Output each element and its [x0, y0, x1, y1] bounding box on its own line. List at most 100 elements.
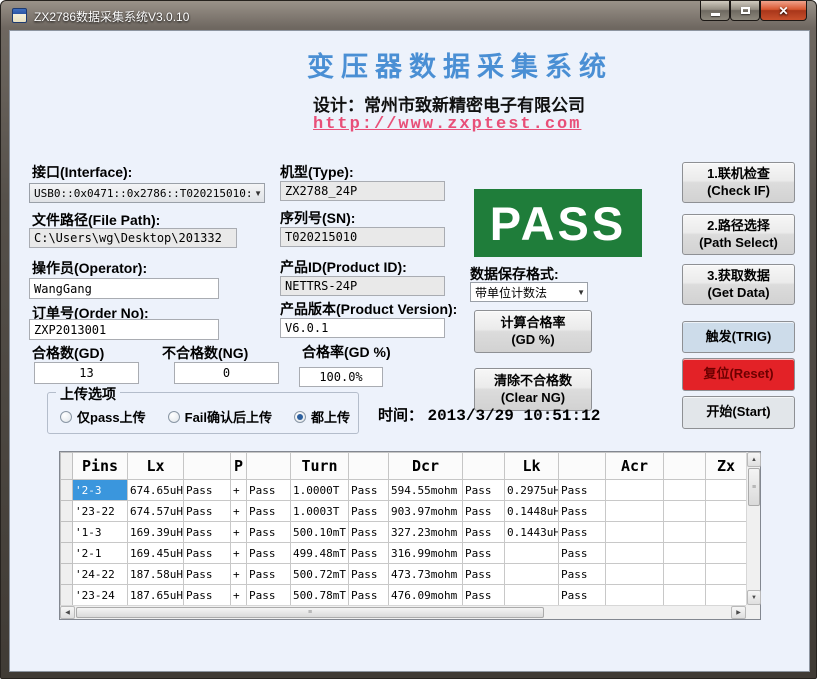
table-cell[interactable]: 327.23mohm [389, 522, 463, 543]
table-cell[interactable] [706, 585, 747, 606]
vertical-scrollbar[interactable]: ▲ ≡ ▼ [746, 452, 760, 605]
column-header[interactable] [349, 453, 389, 480]
table-cell[interactable]: + [231, 585, 247, 606]
table-cell[interactable]: Pass [247, 522, 291, 543]
table-cell[interactable]: Pass [559, 585, 606, 606]
table-cell[interactable]: Pass [463, 480, 505, 501]
table-cell[interactable]: 187.65uH [128, 585, 184, 606]
table-cell[interactable] [606, 564, 664, 585]
interface-select[interactable]: USB0::0x0471::0x2786::T020215010::: ▼ [29, 183, 265, 203]
table-cell[interactable]: 0.1448uH [505, 501, 559, 522]
table-cell[interactable]: Pass [559, 564, 606, 585]
operator-field[interactable]: WangGang [29, 278, 219, 299]
table-cell[interactable] [664, 480, 706, 501]
table-cell[interactable]: 169.39uH [128, 522, 184, 543]
table-cell[interactable] [606, 585, 664, 606]
table-cell[interactable]: 169.45uH [128, 543, 184, 564]
table-cell[interactable] [706, 522, 747, 543]
table-cell[interactable]: Pass [559, 501, 606, 522]
table-cell[interactable]: 500.78mT [291, 585, 349, 606]
serial-no-field[interactable]: T020215010 [280, 227, 445, 247]
column-header[interactable]: Acr [606, 453, 664, 480]
column-header[interactable] [184, 453, 231, 480]
table-cell[interactable]: Pass [184, 522, 231, 543]
close-button[interactable]: ✕ [760, 1, 807, 21]
column-header[interactable]: Zx [706, 453, 747, 480]
minimize-button[interactable] [700, 1, 730, 21]
row-header[interactable] [61, 585, 73, 606]
table-cell[interactable]: '23-24 [73, 585, 128, 606]
table-cell[interactable]: Pass [559, 543, 606, 564]
scroll-up-icon[interactable]: ▲ [747, 452, 761, 467]
scroll-right-icon[interactable]: ▶ [731, 606, 746, 619]
column-header[interactable]: Pins [73, 453, 128, 480]
ng-count-field[interactable]: 0 [174, 362, 279, 384]
table-cell[interactable]: 674.65uH [128, 480, 184, 501]
vertical-scroll-thumb[interactable]: ≡ [748, 468, 760, 506]
machine-type-field[interactable]: ZX2788_24P [280, 181, 445, 201]
scroll-left-icon[interactable]: ◀ [60, 606, 75, 619]
table-cell[interactable]: 187.58uH [128, 564, 184, 585]
column-header[interactable]: Dcr [389, 453, 463, 480]
table-cell[interactable]: Pass [184, 585, 231, 606]
table-cell[interactable]: 473.73mohm [389, 564, 463, 585]
product-id-field[interactable]: NETTRS-24P [280, 276, 445, 296]
table-cell[interactable]: + [231, 501, 247, 522]
table-cell[interactable]: Pass [349, 480, 389, 501]
table-cell[interactable] [664, 543, 706, 564]
table-cell[interactable]: Pass [184, 501, 231, 522]
table-cell[interactable]: Pass [184, 543, 231, 564]
table-cell[interactable]: 499.48mT [291, 543, 349, 564]
check-if-button[interactable]: 1.联机检查 (Check IF) [682, 162, 795, 203]
table-cell[interactable]: Pass [349, 585, 389, 606]
column-header[interactable] [463, 453, 505, 480]
order-no-field[interactable]: ZXP2013001 [29, 319, 219, 340]
table-cell[interactable]: Pass [559, 480, 606, 501]
table-cell[interactable]: 594.55mohm [389, 480, 463, 501]
table-cell[interactable]: Pass [349, 522, 389, 543]
horizontal-scroll-thumb[interactable]: ≡ [76, 607, 544, 618]
row-header[interactable] [61, 543, 73, 564]
table-cell[interactable]: Pass [559, 522, 606, 543]
table-cell[interactable]: 500.10mT [291, 522, 349, 543]
table-cell[interactable] [664, 564, 706, 585]
table-cell[interactable]: 0.1443uH [505, 522, 559, 543]
column-header[interactable]: Lx [128, 453, 184, 480]
column-header[interactable]: P [231, 453, 247, 480]
path-select-button[interactable]: 2.路径选择 (Path Select) [682, 214, 795, 255]
table-cell[interactable]: 1.0000T [291, 480, 349, 501]
grid-corner[interactable] [61, 453, 73, 480]
table-cell[interactable]: '23-22 [73, 501, 128, 522]
table-cell[interactable]: Pass [463, 543, 505, 564]
save-format-select[interactable]: 带单位计数法 ▼ [470, 282, 588, 302]
reset-button[interactable]: 复位(Reset) [682, 358, 795, 391]
table-cell[interactable] [505, 543, 559, 564]
table-cell[interactable] [505, 585, 559, 606]
column-header[interactable] [247, 453, 291, 480]
table-cell[interactable]: Pass [349, 543, 389, 564]
table-cell[interactable]: Pass [349, 564, 389, 585]
table-cell[interactable]: Pass [247, 480, 291, 501]
column-header[interactable] [664, 453, 706, 480]
table-cell[interactable] [664, 522, 706, 543]
maximize-button[interactable] [730, 1, 760, 21]
table-cell[interactable] [664, 585, 706, 606]
row-header[interactable] [61, 522, 73, 543]
table-cell[interactable]: Pass [247, 543, 291, 564]
table-cell[interactable] [706, 501, 747, 522]
table-cell[interactable]: '2-3 [73, 480, 128, 501]
table-cell[interactable]: Pass [184, 564, 231, 585]
radio-fail-confirm[interactable]: Fail确认后上传 [168, 407, 272, 426]
row-header[interactable] [61, 480, 73, 501]
file-path-field[interactable]: C:\Users\wg\Desktop\201332 [29, 228, 237, 248]
table-cell[interactable]: Pass [463, 501, 505, 522]
get-data-button[interactable]: 3.获取数据 (Get Data) [682, 264, 795, 305]
table-cell[interactable] [706, 564, 747, 585]
table-cell[interactable]: 500.72mT [291, 564, 349, 585]
title-bar[interactable]: ZX2786数据采集系统V3.0.10 ✕ [1, 1, 816, 30]
trig-button[interactable]: 触发(TRIG) [682, 321, 795, 353]
gd-count-field[interactable]: 13 [34, 362, 139, 384]
website-link[interactable]: http://www.zxptest.com [313, 115, 581, 134]
table-cell[interactable]: 476.09mohm [389, 585, 463, 606]
column-header[interactable]: Lk [505, 453, 559, 480]
